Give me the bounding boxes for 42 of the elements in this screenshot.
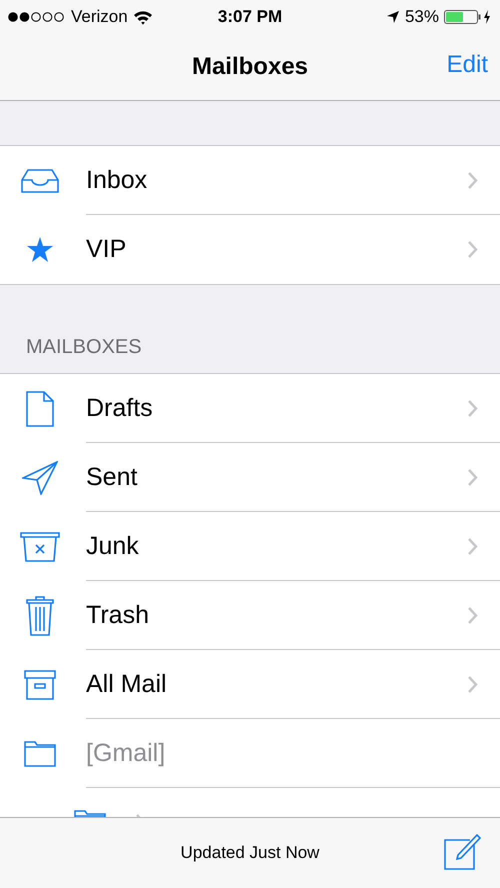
paper-plane-icon — [22, 460, 58, 494]
section-header: MAILBOXES — [26, 336, 142, 359]
inbox-tray-icon — [21, 168, 59, 192]
mailbox-name: [Gmail] — [86, 738, 166, 768]
carrier-name: Verizon — [71, 7, 128, 27]
signal-icon — [8, 12, 66, 22]
chevron-icon — [468, 400, 478, 416]
mailbox-name: Trash — [86, 600, 149, 630]
mailbox-row[interactable]: All Mail — [0, 650, 500, 719]
junk-bin-icon — [20, 532, 60, 562]
nav-title: Mailboxes — [192, 53, 308, 81]
location-arrow-icon — [386, 10, 400, 24]
mailbox-row[interactable]: Drafts — [0, 374, 500, 443]
archive-box-icon — [24, 670, 56, 700]
mailbox-row[interactable]: Sent — [0, 443, 500, 512]
mailbox-name: Drafts — [86, 394, 153, 422]
mailbox-name: Junk — [86, 532, 139, 560]
mailbox-name: VIP — [86, 235, 126, 264]
trash-icon — [26, 596, 54, 636]
wifi-icon — [132, 10, 153, 24]
battery-percent: 53% — [404, 7, 439, 27]
star-icon — [27, 237, 53, 262]
update-status: Updated Just Now — [180, 843, 320, 863]
folder-icon — [24, 740, 56, 766]
mailbox-row[interactable]: VIP — [0, 215, 500, 284]
edit-button[interactable]: Edit — [446, 51, 488, 79]
battery-icon — [444, 9, 492, 25]
chevron-icon — [468, 468, 478, 486]
chevron-icon — [468, 606, 478, 624]
mailbox-row[interactable]: Inbox — [0, 146, 500, 215]
chevron-icon — [468, 676, 478, 692]
mailbox-name: Sent — [86, 462, 138, 492]
chevron-icon — [468, 172, 478, 188]
clock-time: 3:07 PM — [216, 7, 284, 27]
mailbox-name: All Mail — [86, 670, 167, 698]
mailbox-row[interactable]: Trash — [0, 581, 500, 650]
mailbox-name: Inbox — [86, 166, 148, 194]
mailbox-row[interactable]: Junk — [0, 512, 500, 581]
compose-icon[interactable] — [444, 832, 482, 870]
chevron-icon — [468, 538, 478, 554]
document-icon — [26, 390, 54, 426]
chevron-icon — [468, 241, 478, 258]
